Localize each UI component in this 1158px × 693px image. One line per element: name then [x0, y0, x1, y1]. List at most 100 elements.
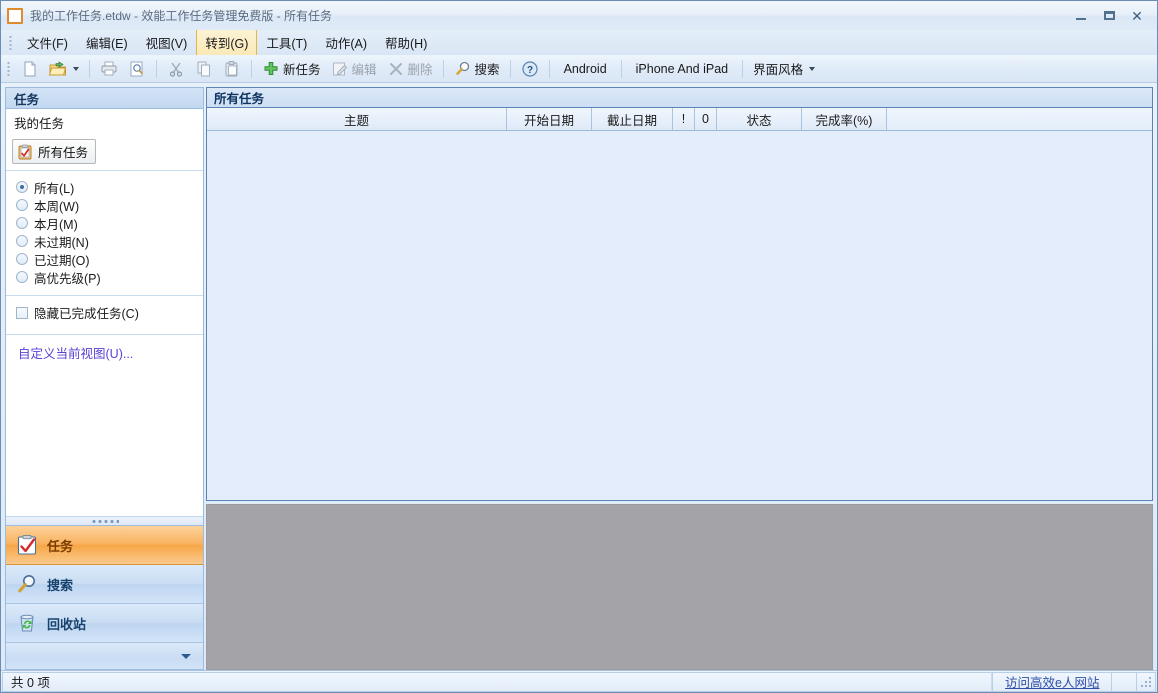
delete-task-label: 删除 [408, 59, 433, 78]
minimize-button[interactable] [1067, 5, 1095, 27]
column-header-priority[interactable]: ! [673, 108, 695, 130]
radio-icon [16, 199, 28, 211]
chevron-down-icon [181, 654, 191, 659]
cut-button[interactable] [162, 57, 190, 81]
toolbar-separator [251, 60, 252, 78]
toolbar-separator [510, 60, 511, 78]
filter-option-high-priority-label: 高优先级(P) [34, 268, 101, 287]
sidebar-header: 任务 [6, 88, 203, 109]
all-tasks-button-label: 所有任务 [38, 142, 88, 161]
filter-option-this-week[interactable]: 本周(W) [16, 196, 203, 214]
filter-option-this-month[interactable]: 本月(M) [16, 214, 203, 232]
magnifier-icon [454, 60, 472, 78]
filter-option-not-expired-label: 未过期(N) [34, 232, 89, 251]
recycle-bin-icon [16, 612, 38, 634]
filter-option-this-month-label: 本月(M) [34, 214, 78, 233]
menu-item-help[interactable]: 帮助(H) [376, 29, 436, 56]
sidebar-item-recycle-bin[interactable]: 回收站 [6, 604, 203, 643]
copy-button[interactable] [190, 57, 218, 81]
close-button[interactable]: ✕ [1123, 5, 1151, 27]
column-header-status[interactable]: 状态 [717, 108, 802, 130]
menu-item-tools[interactable]: 工具(T) [257, 29, 316, 56]
sidebar-item-search[interactable]: 搜索 [6, 565, 203, 604]
clipboard-check-icon [16, 534, 38, 556]
splitter-grip-icon [91, 520, 119, 523]
status-website-link[interactable]: 访问高效e人网站 [1005, 672, 1099, 691]
status-website-cell[interactable]: 访问高效e人网站 [992, 672, 1112, 692]
column-header-completion-rate[interactable]: 完成率(%) [802, 108, 887, 130]
sidebar-splitter[interactable] [6, 516, 203, 525]
column-header-attachment[interactable]: 0 [695, 108, 717, 130]
help-button[interactable]: ? [516, 57, 544, 81]
open-dropdown-chevron-down-icon[interactable] [73, 67, 79, 71]
toolbar-drag-grip[interactable] [7, 61, 10, 76]
toolbar: 新任务 编辑 删除 [1, 55, 1157, 83]
status-item-count: 共 0 项 [2, 672, 992, 692]
all-tasks-button[interactable]: 所有任务 [12, 139, 96, 164]
window-controls: ✕ [1067, 1, 1151, 30]
radio-icon [16, 217, 28, 229]
window-title: 我的工作任务.etdw - 效能工作任务管理免费版 - 所有任务 [30, 7, 332, 24]
sidebar-item-tasks[interactable]: 任务 [6, 526, 203, 565]
task-detail-pane [206, 504, 1153, 670]
copy-icon [195, 60, 213, 78]
column-header-subject[interactable]: 主题 [207, 108, 507, 130]
toolbar-separator [742, 60, 743, 78]
body-area: 任务 我的任务 所有任务 [1, 83, 1157, 670]
new-document-button[interactable] [16, 57, 44, 81]
resize-grip-icon[interactable] [1136, 672, 1156, 692]
menu-item-edit[interactable]: 编辑(E) [77, 29, 137, 56]
edit-task-button[interactable]: 编辑 [326, 57, 382, 81]
hide-completed-checkbox-row[interactable]: 隐藏已完成任务(C) [6, 296, 203, 329]
edit-task-label: 编辑 [352, 59, 377, 78]
print-preview-icon [128, 60, 146, 78]
column-header-start-date[interactable]: 开始日期 [507, 108, 592, 130]
paste-button[interactable] [218, 57, 246, 81]
maximize-button[interactable] [1095, 5, 1123, 27]
print-preview-button[interactable] [123, 57, 151, 81]
menu-item-goto[interactable]: 转到(G) [196, 29, 257, 56]
magnifier-icon [16, 573, 38, 595]
menu-drag-grip[interactable] [9, 35, 12, 50]
android-button[interactable]: Android [555, 57, 616, 81]
status-bar: 共 0 项 访问高效e人网站 [1, 670, 1157, 692]
application-window: 我的工作任务.etdw - 效能工作任务管理免费版 - 所有任务 ✕ 文件(F)… [0, 0, 1158, 693]
filter-option-not-expired[interactable]: 未过期(N) [16, 232, 203, 250]
filter-option-all[interactable]: 所有(L) [16, 178, 203, 196]
filter-option-this-week-label: 本周(W) [34, 196, 79, 215]
checkbox-icon [16, 307, 28, 319]
open-folder-icon [49, 60, 67, 78]
edit-pencil-icon [331, 60, 349, 78]
toolbar-separator [549, 60, 550, 78]
menu-item-file[interactable]: 文件(F) [18, 29, 77, 56]
customize-view-link[interactable]: 自定义当前视图(U)... [18, 347, 133, 361]
skin-style-button[interactable]: 界面风格 [748, 57, 820, 81]
toolbar-separator [621, 60, 622, 78]
new-task-label: 新任务 [283, 59, 321, 78]
scissors-icon [167, 60, 185, 78]
task-list-title: 所有任务 [207, 88, 1152, 108]
task-list-rows[interactable] [207, 131, 1152, 500]
delete-task-button[interactable]: 删除 [382, 57, 438, 81]
skin-chevron-down-icon[interactable] [809, 67, 815, 71]
maximize-icon [1104, 11, 1115, 20]
radio-icon [16, 181, 28, 193]
filter-option-high-priority[interactable]: 高优先级(P) [16, 268, 203, 286]
menu-item-view[interactable]: 视图(V) [137, 29, 197, 56]
radio-icon [16, 271, 28, 283]
filter-option-expired[interactable]: 已过期(O) [16, 250, 203, 268]
menu-item-actions[interactable]: 动作(A) [316, 29, 376, 56]
print-button[interactable] [95, 57, 123, 81]
open-file-button[interactable] [44, 57, 84, 81]
sidebar-expander-button[interactable] [6, 643, 203, 669]
iphone-ipad-button[interactable]: iPhone And iPad [627, 57, 737, 81]
sidebar-group-title: 我的任务 [6, 109, 203, 136]
sidebar-item-search-label: 搜索 [47, 575, 73, 594]
new-task-button[interactable]: 新任务 [257, 57, 326, 81]
column-header-due-date[interactable]: 截止日期 [592, 108, 673, 130]
skin-style-label: 界面风格 [753, 59, 803, 78]
sidebar-item-tasks-label: 任务 [47, 536, 73, 555]
hide-completed-label: 隐藏已完成任务(C) [34, 303, 139, 322]
search-button[interactable]: 搜索 [449, 57, 505, 81]
filter-option-expired-label: 已过期(O) [34, 250, 90, 269]
